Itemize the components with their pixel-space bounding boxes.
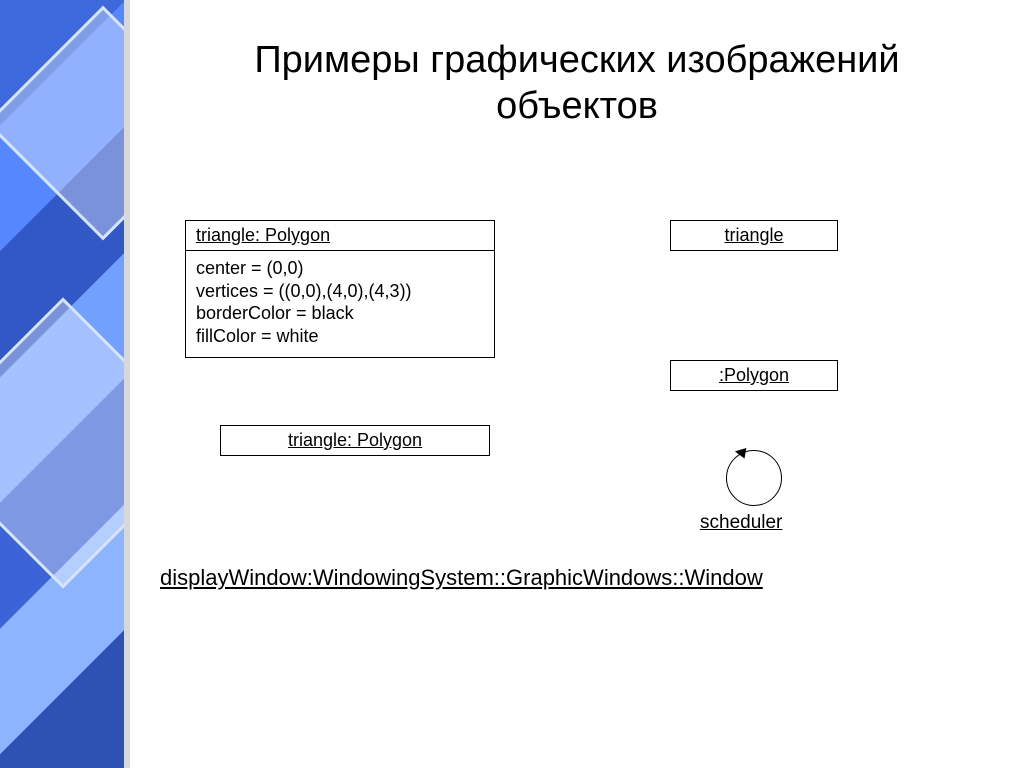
object-triangle-polygon-full: triangle: Polygon center = (0,0) vertice… [185, 220, 495, 358]
object-name: triangle: Polygon [221, 426, 489, 455]
object-triangle-polygon-short: triangle: Polygon [220, 425, 490, 456]
object-scheduler-label: scheduler [700, 512, 782, 534]
object-long-qualified-name: displayWindow:WindowingSystem::GraphicWi… [160, 565, 763, 591]
object-attributes: center = (0,0) vertices = ((0,0),(4,0),(… [186, 251, 494, 357]
diagram-canvas: triangle: Polygon center = (0,0) vertice… [130, 0, 1024, 768]
object-name: triangle: Polygon [186, 221, 494, 250]
slide-surface: Примеры графических изображений объектов… [130, 0, 1024, 768]
object-name: triangle [671, 221, 837, 250]
object-anon-polygon: :Polygon [670, 360, 838, 391]
decorative-sidebar [0, 0, 130, 768]
object-name: :Polygon [671, 361, 837, 390]
object-triangle: triangle [670, 220, 838, 251]
